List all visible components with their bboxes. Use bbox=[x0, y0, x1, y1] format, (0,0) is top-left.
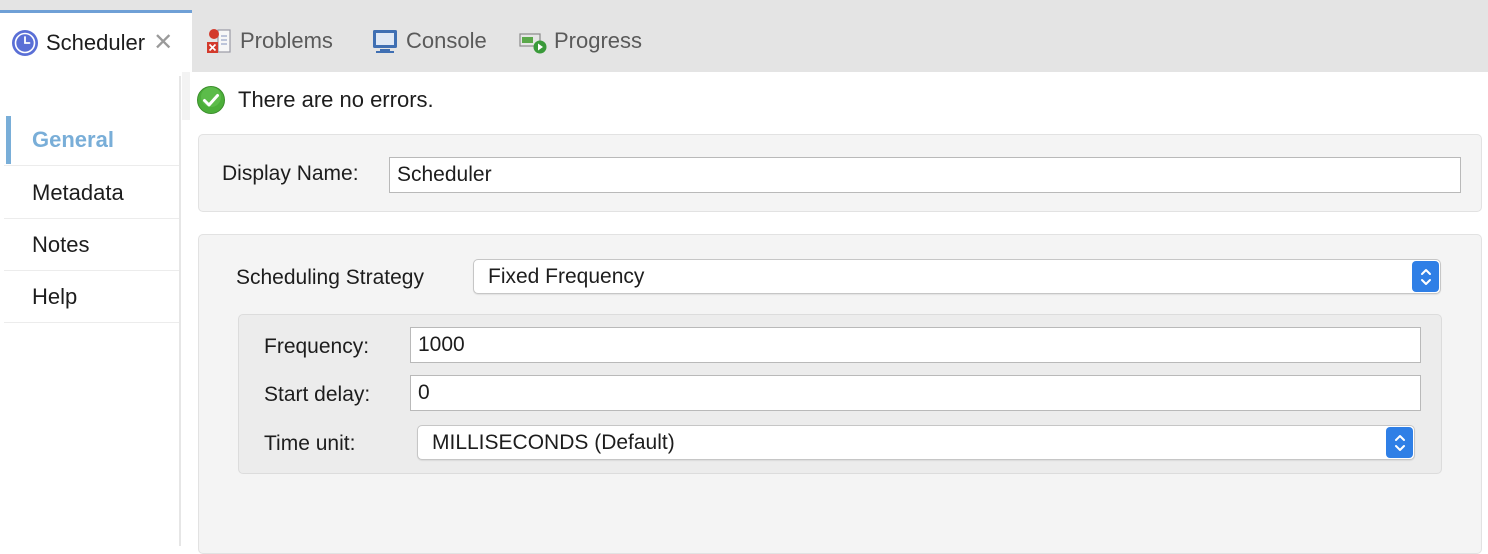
sidebar-item-notes[interactable]: Notes bbox=[4, 219, 179, 271]
display-name-label: Display Name: bbox=[222, 162, 359, 185]
time-unit-select[interactable]: MILLISECONDS (Default) bbox=[417, 425, 1415, 460]
tab-progress[interactable]: Progress bbox=[518, 10, 642, 72]
display-name-field[interactable]: Scheduler bbox=[389, 157, 1461, 193]
validation-status: There are no errors. bbox=[196, 80, 434, 120]
problems-icon bbox=[207, 29, 231, 53]
sidebar-divider bbox=[179, 76, 181, 546]
close-icon[interactable]: ✕ bbox=[153, 30, 173, 55]
tab-label: Scheduler bbox=[46, 29, 146, 55]
time-unit-value: MILLISECONDS (Default) bbox=[432, 430, 675, 454]
tab-console[interactable]: Console bbox=[370, 10, 487, 72]
sidebar-item-help[interactable]: Help bbox=[4, 271, 179, 323]
progress-icon bbox=[519, 33, 547, 54]
sidebar-item-label: General bbox=[32, 126, 114, 152]
select-arrows-icon[interactable] bbox=[1386, 427, 1413, 458]
frequency-label: Frequency: bbox=[264, 335, 370, 358]
tab-scheduler[interactable]: Scheduler ✕ bbox=[0, 10, 192, 72]
tab-label: Console bbox=[406, 28, 487, 53]
sidebar-item-label: Help bbox=[32, 283, 78, 309]
sidebar-item-metadata[interactable]: Metadata bbox=[4, 167, 179, 219]
tab-label: Progress bbox=[554, 28, 643, 53]
frequency-field[interactable]: 1000 bbox=[410, 327, 1421, 363]
console-icon bbox=[373, 30, 397, 53]
sidebar-item-general[interactable]: General bbox=[4, 114, 179, 166]
start-delay-field[interactable]: 0 bbox=[410, 375, 1421, 411]
scheduling-strategy-select[interactable]: Fixed Frequency bbox=[473, 259, 1441, 294]
scheduling-strategy-value: Fixed Frequency bbox=[488, 264, 645, 288]
properties-sidebar: General Metadata Notes Help bbox=[0, 72, 182, 546]
scheduling-strategy-label: Scheduling Strategy bbox=[236, 266, 424, 289]
tab-label: Problems bbox=[240, 28, 333, 53]
sidebar-item-label: Notes bbox=[32, 231, 90, 257]
start-delay-label: Start delay: bbox=[264, 383, 371, 406]
view-tab-bar: Scheduler ✕ Problems Console Progress bbox=[0, 0, 1488, 72]
select-arrows-icon[interactable] bbox=[1412, 261, 1439, 292]
check-circle-icon bbox=[197, 86, 225, 114]
tab-problems[interactable]: Problems bbox=[204, 10, 333, 72]
status-gutter bbox=[182, 72, 190, 120]
status-text: There are no errors. bbox=[238, 87, 434, 112]
time-unit-label: Time unit: bbox=[264, 432, 356, 455]
sidebar-item-label: Metadata bbox=[32, 179, 124, 205]
clock-icon bbox=[12, 29, 38, 56]
